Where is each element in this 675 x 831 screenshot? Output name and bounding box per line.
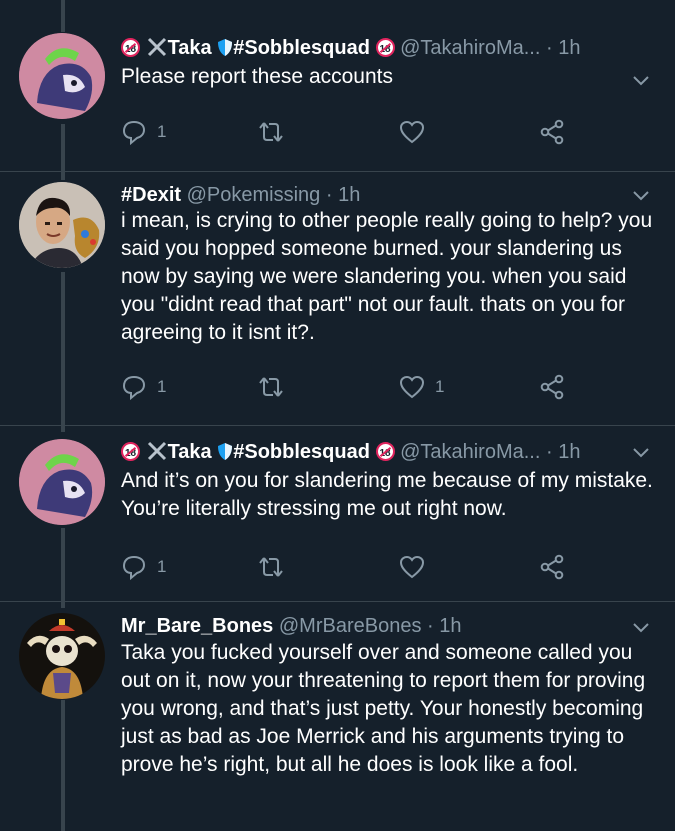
retweet-button[interactable] (258, 372, 284, 402)
reply-icon (122, 120, 146, 145)
tweet-text: i mean, is crying to other people really… (121, 209, 653, 344)
retweet-button[interactable] (258, 552, 284, 582)
reply-count: 1 (157, 377, 167, 396)
reply-button[interactable]: 1 (121, 552, 166, 582)
tweet-actions: 1 (121, 552, 581, 582)
display-name[interactable]: Taka (168, 441, 212, 463)
tweet-actions: 1 (121, 117, 581, 147)
tweet-text: And it’s on you for slandering me becaus… (121, 469, 653, 520)
share-button[interactable] (539, 372, 565, 402)
chevron-down-icon[interactable] (629, 615, 653, 639)
thread-line (61, 0, 65, 32)
share-icon (540, 554, 564, 580)
adult-badge-icon: 18 (375, 38, 395, 57)
tweet-header: #Dexit @Pokemissing · 1h (121, 180, 655, 210)
user-handle[interactable]: @Pokemissing (187, 184, 321, 206)
heart-icon (399, 375, 425, 399)
user-handle[interactable]: @TakahiroMa... (400, 37, 540, 59)
avatar[interactable] (19, 613, 105, 699)
share-button[interactable] (539, 117, 565, 147)
tweet-header: Mr_Bare_Bones @MrBareBones · 1h (121, 611, 655, 641)
timestamp[interactable]: 1h (439, 615, 461, 637)
reply-icon (122, 375, 146, 400)
adult-badge-icon: 18 (375, 442, 395, 461)
crossed-swords-icon (147, 441, 166, 461)
tweet-text: Taka you fucked yourself over and someon… (121, 641, 646, 776)
like-button[interactable] (399, 117, 425, 147)
tweet[interactable]: Mr_Bare_Bones @MrBareBones · 1h Taka you… (0, 611, 675, 831)
like-button[interactable] (399, 552, 425, 582)
tweet[interactable]: 18 Taka #Sobblesquad 18 @TakahiroMa... ·… (0, 437, 675, 597)
crossed-swords-icon (147, 37, 166, 57)
hashtag-name[interactable]: #Sobblesquad (233, 37, 370, 59)
reply-button[interactable]: 1 (121, 372, 166, 402)
separator: · (325, 184, 333, 206)
heart-icon (399, 555, 425, 579)
divider (0, 425, 675, 426)
retweet-icon (259, 377, 283, 397)
retweet-button[interactable] (258, 117, 284, 147)
share-button[interactable] (539, 552, 565, 582)
tweet-text: Please report these accounts (121, 65, 393, 88)
avatar[interactable] (19, 33, 105, 119)
timestamp[interactable]: 1h (338, 184, 360, 206)
reply-button[interactable]: 1 (121, 117, 166, 147)
tweet[interactable]: 18 Taka #Sobblesquad 18 @TakahiroMa... ·… (0, 33, 675, 173)
like-button[interactable]: 1 (399, 372, 444, 402)
tweet-header: 18 Taka #Sobblesquad 18 @TakahiroMa... ·… (121, 437, 655, 467)
avatar[interactable] (19, 182, 105, 268)
adult-badge-icon: 18 (121, 442, 140, 461)
separator: · (427, 615, 434, 637)
adult-badge-icon: 18 (121, 38, 140, 57)
chevron-down-icon[interactable] (629, 440, 653, 464)
display-name[interactable]: Taka (168, 37, 212, 59)
reply-count: 1 (157, 557, 167, 576)
user-handle[interactable]: @TakahiroMa... (400, 441, 540, 463)
display-name[interactable]: #Dexit (121, 184, 181, 206)
separator: · (545, 37, 553, 59)
display-name[interactable]: Mr_Bare_Bones (121, 615, 273, 637)
avatar[interactable] (19, 439, 105, 525)
retweet-icon (259, 122, 283, 142)
tweet-header: 18 Taka #Sobblesquad 18 @TakahiroMa... ·… (121, 33, 655, 63)
hashtag-name[interactable]: #Sobblesquad (233, 441, 370, 463)
shield-icon (218, 39, 233, 56)
share-icon (540, 119, 564, 145)
tweet[interactable]: #Dexit @Pokemissing · 1h i mean, is cryi… (0, 180, 675, 420)
timestamp[interactable]: 1h (558, 37, 580, 59)
timestamp[interactable]: 1h (558, 441, 580, 463)
reply-count: 1 (157, 122, 167, 141)
divider (0, 601, 675, 602)
chevron-down-icon[interactable] (629, 183, 653, 207)
separator: · (545, 441, 553, 463)
reply-icon (122, 555, 146, 580)
heart-icon (399, 120, 425, 144)
shield-icon (218, 443, 233, 460)
share-icon (540, 374, 564, 400)
tweet-actions: 1 1 (121, 372, 581, 402)
like-count: 1 (435, 377, 445, 396)
divider (0, 171, 675, 172)
retweet-icon (259, 557, 283, 577)
user-handle[interactable]: @MrBareBones (279, 615, 422, 637)
